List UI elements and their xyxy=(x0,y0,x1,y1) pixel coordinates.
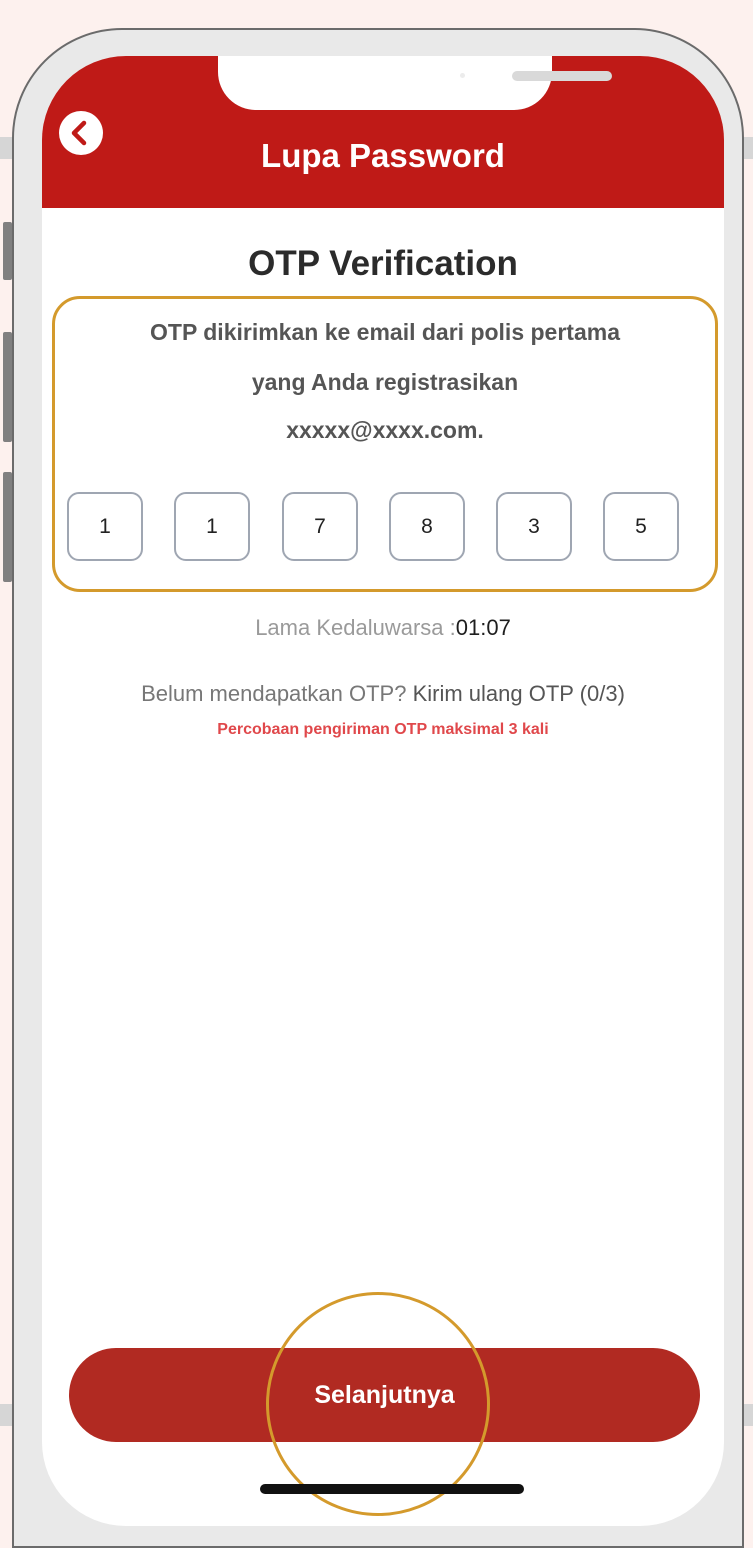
expiry-label: Lama Kedaluwarsa : xyxy=(255,615,456,640)
phone-side-button-volume-up xyxy=(3,332,12,442)
otp-message-line-2: yang Anda registrasikan xyxy=(251,369,519,395)
resend-otp-link[interactable]: Kirim ulang OTP (0/3) xyxy=(413,681,625,706)
phone-side-button-mute xyxy=(3,222,12,280)
resend-warning: Percobaan pengiriman OTP maksimal 3 kali xyxy=(217,721,549,738)
expiry-time: 01:07 xyxy=(455,615,511,640)
otp-digit-input-5[interactable]: 3 xyxy=(496,492,572,561)
speaker-grill xyxy=(512,71,612,81)
phone-notch xyxy=(218,56,612,110)
otp-digit-input-6[interactable]: 5 xyxy=(603,492,679,561)
otp-digit-input-4[interactable]: 8 xyxy=(389,492,465,561)
phone-side-button-volume-down xyxy=(3,472,12,582)
home-indicator xyxy=(260,1484,524,1494)
otp-digit-input-1[interactable]: 1 xyxy=(67,492,143,561)
expiry-timer: Lama Kedaluwarsa :01:07 xyxy=(42,612,724,644)
otp-digit-input-3[interactable]: 7 xyxy=(282,492,358,561)
header-title: Lupa Password xyxy=(261,137,505,174)
otp-digit-input-2[interactable]: 1 xyxy=(174,492,250,561)
page-title: OTP Verification xyxy=(248,244,518,283)
otp-highlight-box: OTP dikirimkan ke email dari polis perta… xyxy=(52,296,718,592)
resend-row: Belum mendapatkan OTP? Kirim ulang OTP (… xyxy=(42,678,724,710)
phone-screen: Lupa Password OTP Verification OTP dikir… xyxy=(42,56,724,1526)
resend-question: Belum mendapatkan OTP? xyxy=(141,681,407,706)
next-button-highlight-circle xyxy=(266,1292,490,1516)
otp-email: xxxxx@xxxx.com. xyxy=(286,417,484,443)
phone-frame: Lupa Password OTP Verification OTP dikir… xyxy=(12,28,744,1548)
camera-dot xyxy=(460,73,465,78)
otp-message-line-1: OTP dikirimkan ke email dari polis perta… xyxy=(150,319,620,345)
